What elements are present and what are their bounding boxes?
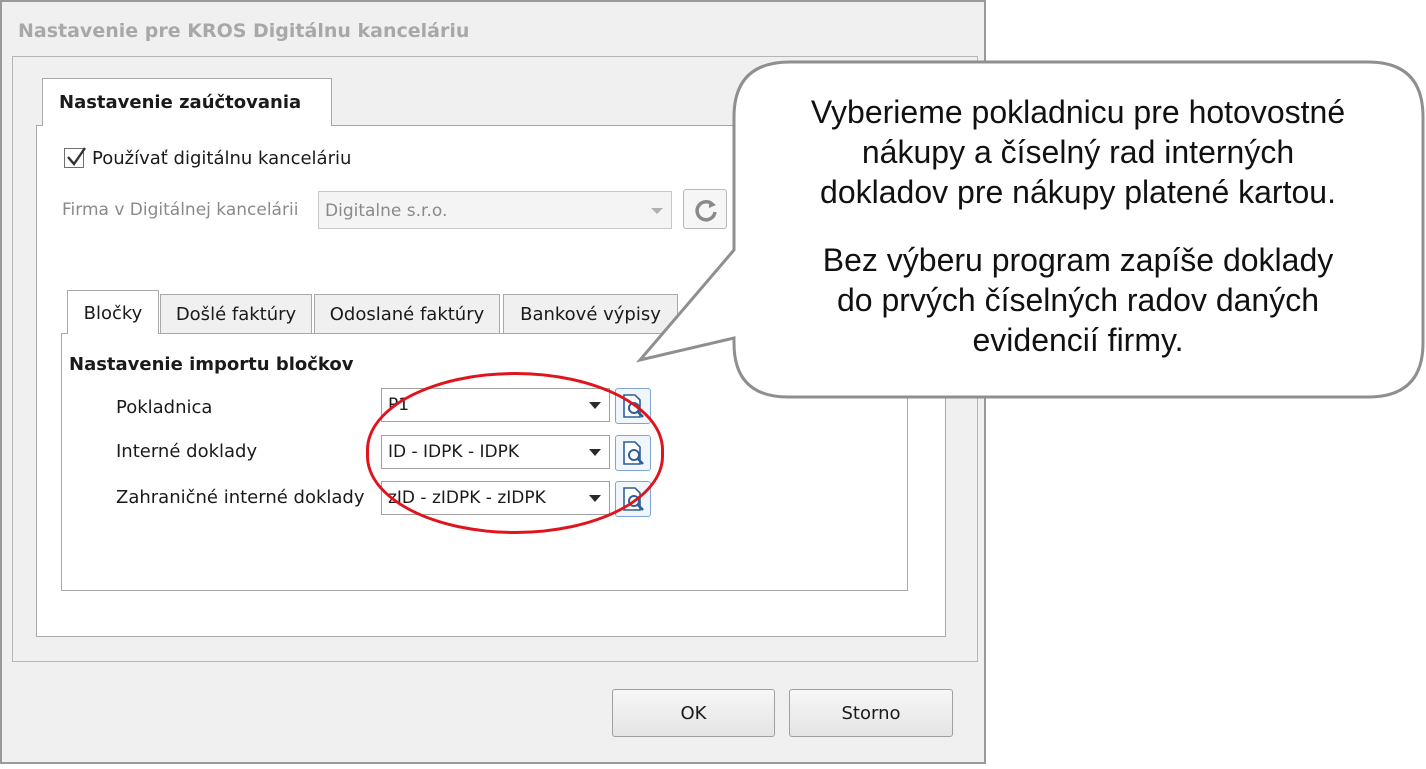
chevron-down-icon (589, 449, 601, 456)
zahranicne-interne-doklady-select[interactable]: zID - zIDPK - zIDPK (381, 481, 610, 515)
tab-nastavenie-zauctovania[interactable]: Nastavenie zaúčtovania (42, 78, 332, 126)
title-bar: Nastavenie pre KROS Digitálnu kanceláriu (2, 2, 984, 56)
section-title: Nastavenie importu bločkov (69, 354, 354, 375)
ok-button[interactable]: OK (612, 689, 775, 737)
tab-dosle-faktury[interactable]: Došlé faktúry (160, 294, 312, 334)
callout-line: do prvých číselných radov daných (836, 282, 1320, 318)
firma-label: Firma v Digitálnej kancelárii (62, 200, 299, 220)
tab-blocky[interactable]: Bločky (67, 290, 159, 334)
tab-label: Odoslané faktúry (329, 304, 485, 325)
zahranicne-interne-doklady-value: zID - zIDPK - zIDPK (388, 488, 546, 508)
pokladnica-value: P1 (388, 395, 410, 415)
interne-doklady-label: Interné doklady (116, 441, 258, 462)
zahranicne-interne-doklady-label: Zahraničné interné doklady (116, 487, 365, 508)
interne-doklady-value: ID - IDPK - IDPK (388, 442, 519, 462)
document-search-icon (623, 487, 644, 511)
checkmark-icon (67, 147, 86, 166)
interne-doklady-select[interactable]: ID - IDPK - IDPK (381, 435, 610, 469)
tab-odoslane-faktury[interactable]: Odoslané faktúry (314, 294, 500, 334)
callout-line: Bez výberu program zapíše doklady (822, 242, 1334, 278)
callout-line: dokladov pre nákupy platené kartou. (820, 174, 1336, 210)
firma-value: Digitalne s.r.o. (325, 201, 448, 221)
refresh-button[interactable] (683, 189, 727, 229)
document-search-icon (623, 441, 644, 465)
tab-label: Došlé faktúry (175, 304, 297, 325)
chevron-down-icon (651, 208, 663, 214)
ok-label: OK (680, 703, 707, 724)
cancel-button[interactable]: Storno (789, 689, 953, 737)
tab-label: Bankové výpisy (520, 304, 661, 325)
tab-label: Bločky (83, 303, 143, 324)
refresh-icon (695, 200, 717, 222)
pokladnica-select[interactable]: P1 (381, 388, 610, 422)
dialog-title: Nastavenie pre KROS Digitálnu kanceláriu (18, 20, 470, 42)
pokladnica-label: Pokladnica (116, 397, 213, 418)
callout-line: nákupy a číselný rad interných (861, 134, 1295, 170)
firma-select[interactable]: Digitalne s.r.o. (318, 191, 672, 229)
callout-line: Vyberieme pokladnicu pre hotovostné (810, 94, 1346, 130)
chevron-down-icon (589, 495, 601, 502)
document-search-icon (623, 394, 644, 418)
cancel-label: Storno (841, 703, 901, 724)
use-digital-office-checkbox[interactable] (64, 147, 86, 168)
interne-doklady-lookup-button[interactable] (615, 435, 651, 471)
zahranicne-interne-doklady-lookup-button[interactable] (615, 481, 651, 517)
tab-bankove-vypisy[interactable]: Bankové výpisy (503, 294, 678, 334)
pokladnica-lookup-button[interactable] (615, 388, 651, 424)
callout-line: evidencií firmy. (972, 322, 1184, 358)
use-digital-office-label: Používať digitálnu kanceláriu (92, 148, 352, 169)
tab-label: Nastavenie zaúčtovania (59, 92, 302, 113)
chevron-down-icon (589, 402, 601, 409)
